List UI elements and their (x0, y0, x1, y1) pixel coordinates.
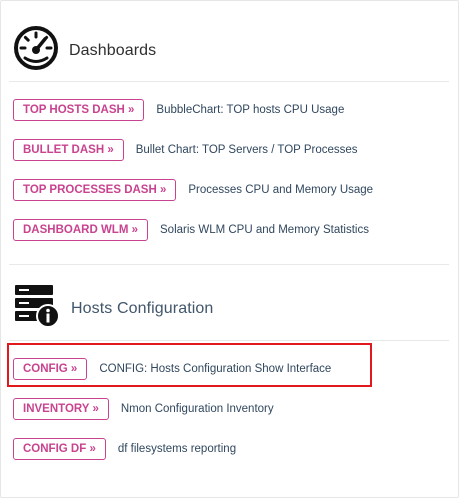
server-info-icon (13, 283, 61, 334)
dashboard-row-wlm: DASHBOARD WLM » Solaris WLM CPU and Memo… (13, 218, 369, 242)
top-processes-dash-button[interactable]: TOP PROCESSES DASH » (13, 179, 177, 201)
bullet-dash-button[interactable]: BULLET DASH » (13, 139, 124, 161)
dashboards-title: Dashboards (69, 41, 157, 59)
top-hosts-dash-description: BubbleChart: TOP hosts CPU Usage (156, 104, 345, 116)
dashboard-row-bullet: BULLET DASH » Bullet Chart: TOP Servers … (13, 138, 358, 162)
top-processes-dash-description: Processes CPU and Memory Usage (188, 184, 374, 196)
speedometer-icon (13, 25, 59, 76)
dashboards-divider (9, 81, 449, 82)
dashboards-header: Dashboards (13, 25, 156, 76)
hosts-divider (9, 340, 449, 341)
section-divider (9, 264, 449, 265)
dashboard-panel: Dashboards TOP HOSTS DASH » BubbleChart:… (0, 0, 459, 498)
dashboard-wlm-description: Solaris WLM CPU and Memory Statistics (160, 224, 369, 236)
hosts-configuration-header: Hosts Configuration (13, 283, 213, 334)
config-description: CONFIG: Hosts Configuration Show Interfa… (99, 363, 332, 375)
dashboard-row-top-processes: TOP PROCESSES DASH » Processes CPU and M… (13, 178, 373, 202)
inventory-row: INVENTORY » Nmon Configuration Inventory (13, 397, 274, 421)
inventory-button[interactable]: INVENTORY » (13, 398, 109, 420)
config-df-button[interactable]: CONFIG DF » (13, 438, 106, 460)
dashboard-wlm-button[interactable]: DASHBOARD WLM » (13, 219, 148, 241)
config-row: CONFIG » CONFIG: Hosts Configuration Sho… (13, 357, 331, 381)
config-df-row: CONFIG DF » df filesystems reporting (13, 437, 236, 461)
config-df-description: df filesystems reporting (117, 443, 237, 455)
inventory-description: Nmon Configuration Inventory (120, 403, 274, 415)
bullet-dash-description: Bullet Chart: TOP Servers / TOP Processe… (135, 144, 358, 156)
top-hosts-dash-button[interactable]: TOP HOSTS DASH » (13, 99, 145, 121)
dashboard-row-top-hosts: TOP HOSTS DASH » BubbleChart: TOP hosts … (13, 98, 344, 122)
hosts-configuration-title: Hosts Configuration (71, 299, 214, 317)
config-button[interactable]: CONFIG » (13, 358, 88, 380)
